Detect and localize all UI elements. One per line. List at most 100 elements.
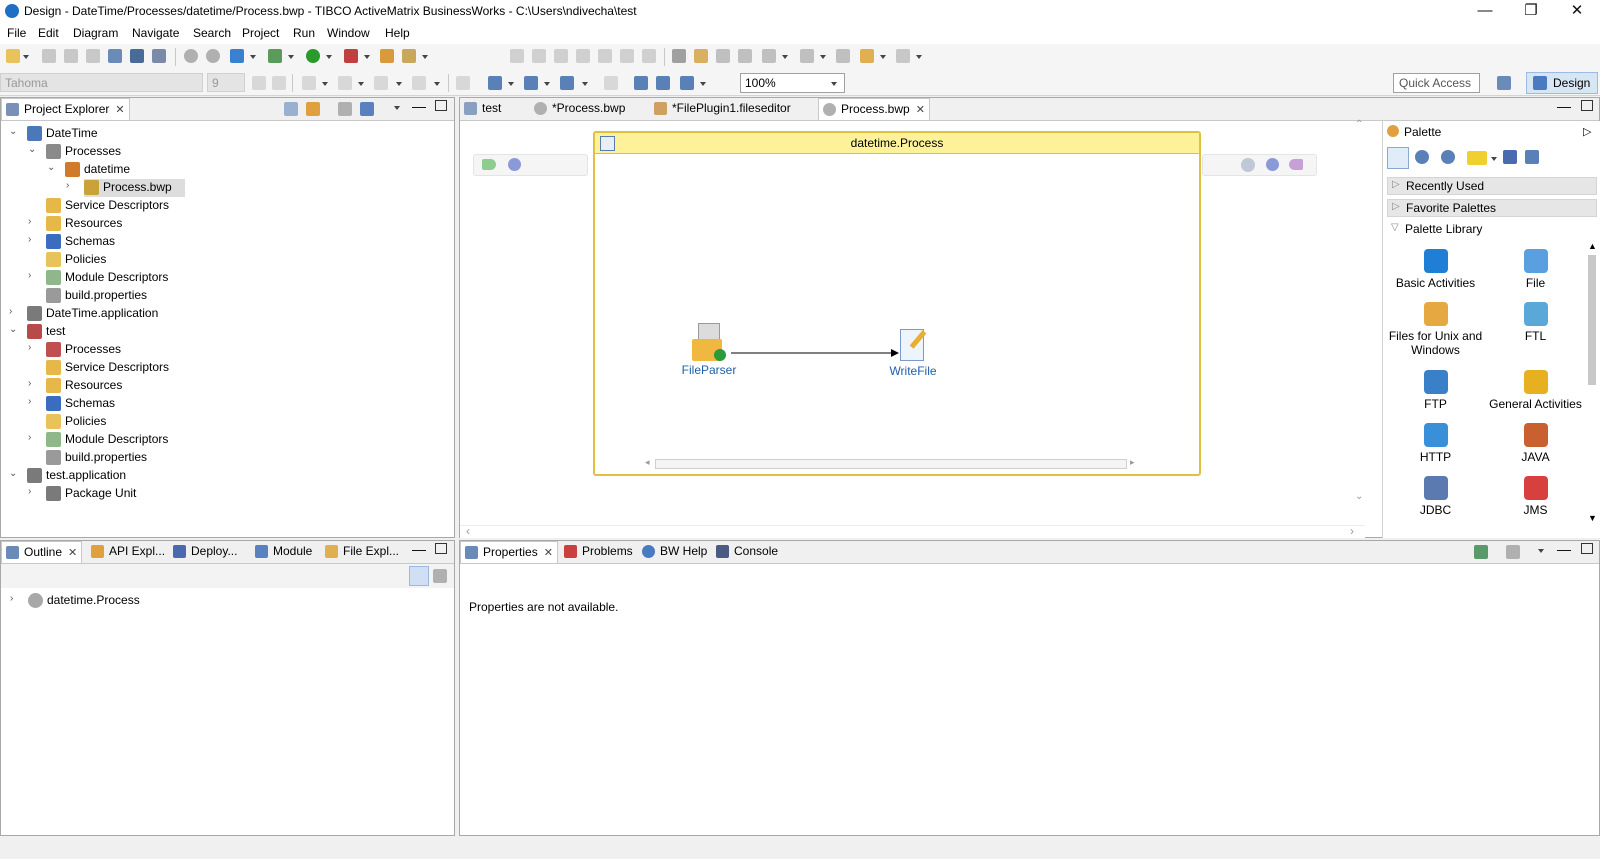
line-color-dropdown-icon[interactable] [396,82,402,86]
menu-help[interactable]: Help [385,26,410,40]
palette-item[interactable]: Files for Unix and Windows [1383,302,1488,357]
auto-size-icon[interactable] [604,76,618,90]
line-style-dropdown-icon[interactable] [434,82,440,86]
expand-toggle-icon[interactable]: › [28,270,40,281]
forward-dropdown-icon[interactable] [916,55,922,59]
close-tab-icon[interactable]: ✕ [115,104,124,116]
align-dropdown-icon[interactable] [544,82,550,86]
palette-scroll-thumb[interactable] [1588,255,1596,385]
tree-item[interactable]: › Process.bwp [66,179,185,197]
show-overview-icon[interactable] [433,569,447,583]
fault-icon[interactable] [1241,158,1255,172]
tab-deployment[interactable]: Deploy... [169,541,241,563]
expand-toggle-icon[interactable]: › [28,342,40,353]
undo-edit-icon[interactable] [716,49,730,63]
palette-section-library[interactable]: ▽ Palette Library [1387,221,1597,239]
palette-item[interactable]: FTL [1483,302,1588,343]
expand-toggle-icon[interactable]: ⌄ [47,162,59,173]
print-icon[interactable] [86,49,100,63]
font-size-select[interactable]: 9 [207,73,245,92]
expand-toggle-icon[interactable]: ⌄ [9,324,21,335]
last-edit-icon[interactable] [836,49,850,63]
external-tools-dropdown-icon[interactable] [364,55,370,59]
palette-collapse-icon[interactable]: ▷ [1583,125,1591,138]
run-icon[interactable] [306,49,320,63]
save-icon[interactable] [42,49,56,63]
open-type-icon[interactable] [380,49,394,63]
tab-project-explorer[interactable]: Project Explorer ✕ [1,98,130,120]
export-icon[interactable] [130,49,144,63]
zoom-in-icon[interactable] [1415,150,1429,164]
back-dropdown-icon[interactable] [880,55,886,59]
note-icon[interactable] [1467,151,1487,165]
select-tool-icon[interactable] [1387,147,1409,169]
tab-process-bwp[interactable]: Process.bwp ✕ [818,98,930,120]
size-icon[interactable] [560,76,574,90]
tab-properties[interactable]: Properties ✕ [460,541,558,563]
start-bar[interactable] [473,154,588,176]
select-all-icon[interactable] [456,76,470,90]
maximize-view-icon[interactable] [1581,543,1593,554]
menu-window[interactable]: Window [327,26,370,40]
palette-scrollbar[interactable]: ▲ ▼ [1586,241,1598,538]
zoom-select[interactable]: 100% [740,73,845,93]
align-icon[interactable] [524,76,538,90]
italic-icon[interactable] [272,76,286,90]
annotation-icon[interactable] [672,49,686,63]
toggle-mark-icon[interactable] [694,49,708,63]
grid-icon[interactable] [680,76,694,90]
close-button[interactable]: ✕ [1554,0,1600,24]
new-dropdown-icon[interactable] [23,55,29,59]
fill-color-icon[interactable] [338,76,352,90]
run-dropdown-icon[interactable] [326,55,332,59]
start-icon[interactable] [482,159,496,170]
process-hscrollbar[interactable]: ◂ ▸ [645,457,1140,469]
menu-search[interactable]: Search [193,26,231,40]
deploy-icon[interactable] [108,49,122,63]
redo-edit-icon[interactable] [738,49,752,63]
link-tool-icon[interactable] [1503,150,1517,164]
font-color-dropdown-icon[interactable] [322,82,328,86]
minimize-button[interactable]: — [1462,0,1508,24]
open-perspective-icon[interactable] [1497,76,1511,90]
prev-annotation-icon[interactable] [800,49,814,63]
info-icon[interactable] [508,158,521,171]
tab-problems[interactable]: Problems [560,541,637,563]
next-annotation-icon[interactable] [762,49,776,63]
menu-project[interactable]: Project [242,26,279,40]
expand-toggle-icon[interactable]: › [28,378,40,389]
arrange-all-icon[interactable] [488,76,502,90]
close-tab-icon[interactable]: ✕ [916,104,925,116]
view-menu-icon[interactable] [394,106,400,110]
minimize-view-icon[interactable]: — [412,541,426,557]
size-dropdown-icon[interactable] [582,82,588,86]
bold-icon[interactable] [252,76,266,90]
note-dropdown-icon[interactable] [1491,157,1497,161]
prev-annotation-dropdown-icon[interactable] [820,55,826,59]
tab-console[interactable]: Console [712,541,782,563]
search-dropdown-icon[interactable] [422,55,428,59]
maximize-view-icon[interactable] [435,100,447,111]
palette-item[interactable]: FTP [1383,370,1488,411]
gear-icon[interactable] [206,49,220,63]
menu-edit[interactable]: Edit [38,26,59,40]
fill-color-dropdown-icon[interactable] [358,82,364,86]
expand-toggle-icon[interactable]: › [28,216,40,227]
suspend-icon[interactable] [532,49,546,63]
expand-toggle-icon[interactable]: › [28,234,40,245]
tab-process-bwp-modified[interactable]: *Process.bwp [530,98,629,120]
close-tab-icon[interactable]: ✕ [68,547,77,559]
end-icon[interactable] [1289,159,1303,170]
grid-dropdown-icon[interactable] [700,82,706,86]
quick-access-input[interactable]: Quick Access [1393,73,1480,93]
disconnect-icon[interactable] [576,49,590,63]
sync-icon[interactable] [360,102,374,116]
canvas-hscrollbar[interactable]: ‹ › [460,524,1365,538]
arrange-dropdown-icon[interactable] [508,82,514,86]
maximize-view-icon[interactable] [435,543,447,554]
pin-icon[interactable] [1474,545,1488,559]
line-color-icon[interactable] [374,76,388,90]
tab-module[interactable]: Module [251,541,316,563]
marquee-tool-icon[interactable] [1525,150,1539,164]
next-annotation-dropdown-icon[interactable] [782,55,788,59]
